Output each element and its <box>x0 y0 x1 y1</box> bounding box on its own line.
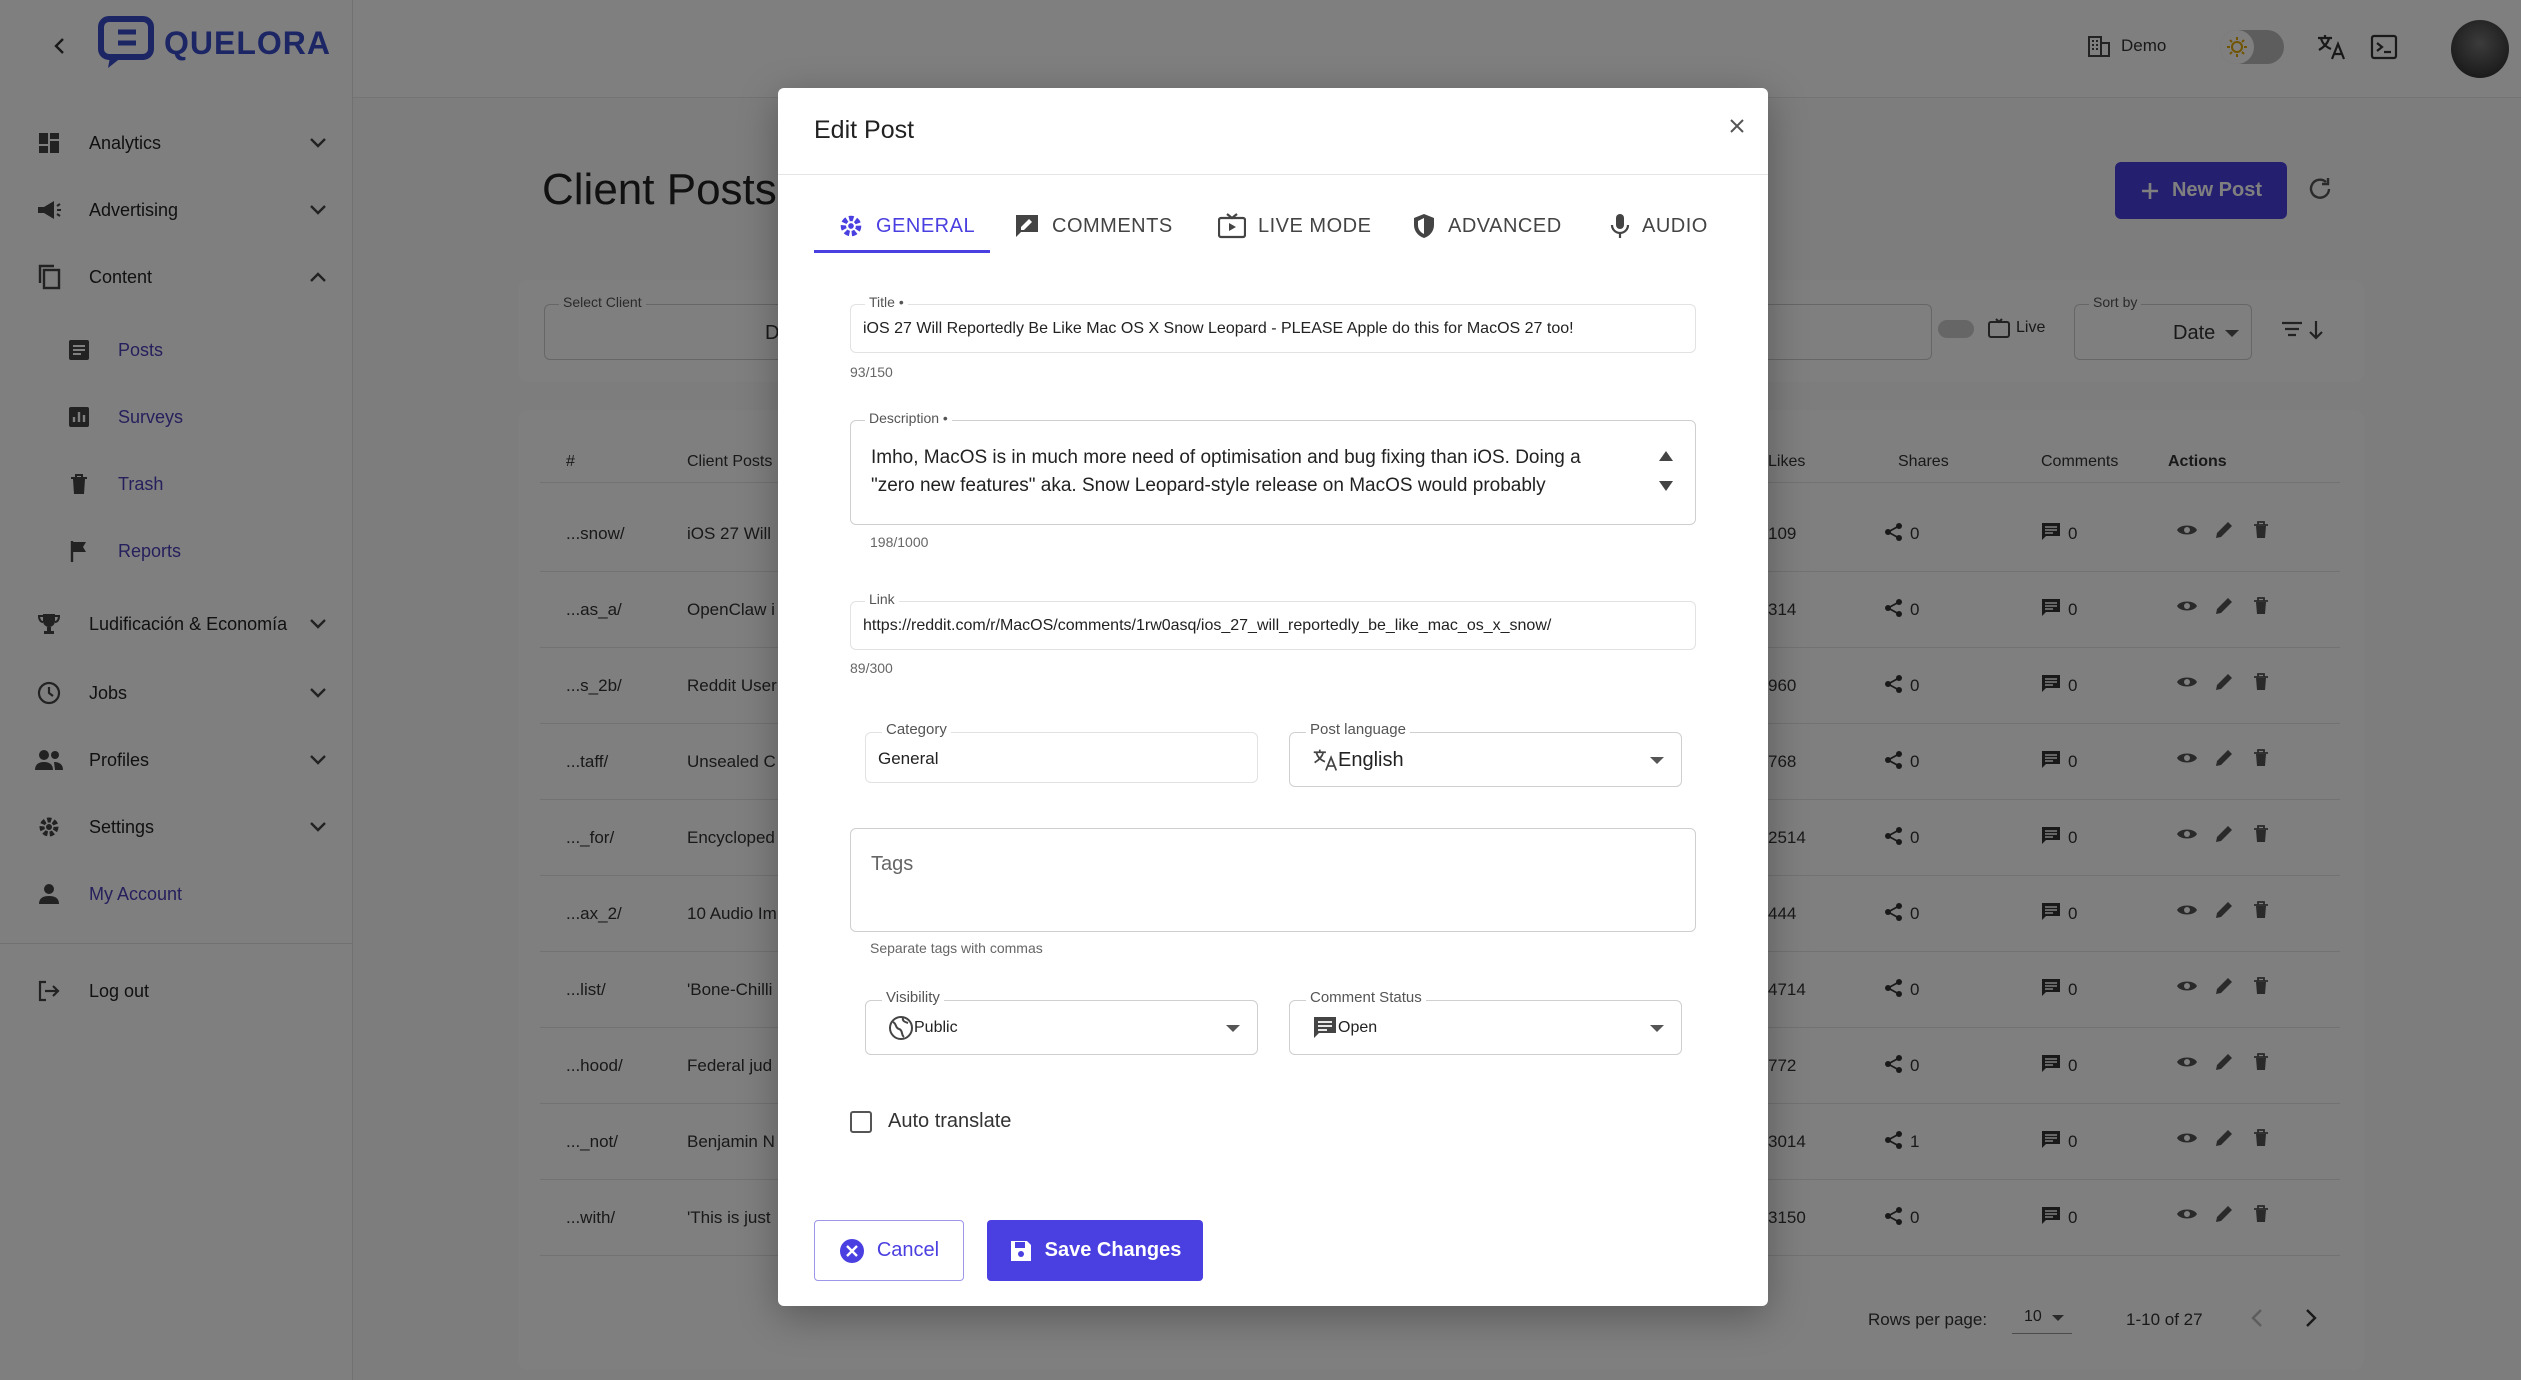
title-value: iOS 27 Will Reportedly Be Like Mac OS X … <box>863 320 1574 337</box>
tags-placeholder: Tags <box>871 853 914 875</box>
tab-general[interactable]: GENERAL <box>838 206 975 246</box>
gear-icon <box>840 215 862 237</box>
close-icon[interactable] <box>1723 112 1751 140</box>
visibility-select[interactable]: Visibility Public <box>865 989 1258 1055</box>
caret-down-icon <box>1650 1025 1664 1032</box>
app-root: QUELORA Analytics Advertising Content Po… <box>0 0 2521 1380</box>
tab-live-mode[interactable]: LIVE MODE <box>1218 206 1371 246</box>
category-label: Category <box>882 721 951 738</box>
link-value: https://reddit.com/r/MacOS/comments/1rw0… <box>863 617 1552 634</box>
live-tv-icon <box>1218 213 1246 239</box>
description-line-2: "zero new features" aka. Snow Leopard-st… <box>871 475 1546 496</box>
visibility-label: Visibility <box>882 989 944 1006</box>
save-icon <box>1010 1240 1031 1261</box>
dialog-title: Edit Post <box>814 116 915 144</box>
description-label: Description • <box>865 410 952 426</box>
category-value: General <box>878 749 939 768</box>
public-globe-icon <box>889 1016 913 1040</box>
description-counter: 198/1000 <box>870 534 929 550</box>
microphone-icon <box>1610 214 1630 238</box>
caret-down-icon <box>1226 1025 1240 1032</box>
comment-status-label: Comment Status <box>1306 989 1426 1006</box>
cancel-circle-icon <box>839 1238 864 1263</box>
tab-label: AUDIO <box>1642 214 1708 237</box>
tab-label: LIVE MODE <box>1258 214 1372 237</box>
category-input[interactable]: Category General <box>865 721 1258 783</box>
active-tab-indicator <box>814 250 990 253</box>
post-language-value: English <box>1338 749 1404 771</box>
title-label: Title • <box>865 294 908 310</box>
checkbox-box[interactable] <box>850 1110 872 1133</box>
scroll-down-icon[interactable] <box>1659 481 1673 491</box>
tab-comments[interactable]: COMMENTS <box>1014 206 1173 246</box>
post-language-select[interactable]: Post language English <box>1289 721 1682 787</box>
title-input[interactable]: Title • iOS 27 Will Reportedly Be Like M… <box>850 294 1696 353</box>
link-input[interactable]: Link https://reddit.com/r/MacOS/comments… <box>850 591 1696 650</box>
link-label: Link <box>865 591 899 607</box>
auto-translate-label: Auto translate <box>888 1110 1012 1132</box>
title-counter: 93/150 <box>850 364 893 380</box>
comment-icon <box>1314 1017 1336 1038</box>
description-line-1: Imho, MacOS is in much more need of opti… <box>871 447 1581 468</box>
save-changes-button[interactable]: Save Changes <box>987 1220 1203 1281</box>
auto-translate-checkbox[interactable]: Auto translate <box>850 1110 1011 1133</box>
shield-icon <box>1414 214 1434 238</box>
tab-label: GENERAL <box>876 214 976 237</box>
tab-audio[interactable]: AUDIO <box>1610 206 1708 246</box>
tags-input[interactable]: Tags <box>850 828 1696 932</box>
save-label: Save Changes <box>1044 1239 1182 1261</box>
description-textarea[interactable]: Description • Imho, MacOS is in much mor… <box>850 410 1696 525</box>
tab-label: ADVANCED <box>1448 214 1562 237</box>
visibility-value: Public <box>914 1019 958 1036</box>
link-counter: 89/300 <box>850 660 893 676</box>
rate-review-icon <box>1016 215 1038 237</box>
edit-post-dialog: Edit Post GENERAL COMMENTS LIVE MODE ADV… <box>778 88 1768 1306</box>
tags-helper-text: Separate tags with commas <box>870 940 1043 956</box>
post-language-label: Post language <box>1306 721 1410 738</box>
tab-advanced[interactable]: ADVANCED <box>1412 206 1562 246</box>
comment-status-select[interactable]: Comment Status Open <box>1289 989 1682 1055</box>
comment-status-value: Open <box>1338 1019 1378 1036</box>
dialog-header-divider <box>778 174 1768 175</box>
cancel-button[interactable]: Cancel <box>814 1220 964 1281</box>
caret-down-icon <box>1650 757 1664 764</box>
scroll-up-icon[interactable] <box>1659 451 1673 461</box>
translate-icon <box>1313 749 1338 771</box>
tab-label: COMMENTS <box>1052 214 1173 237</box>
cancel-label: Cancel <box>876 1239 940 1261</box>
